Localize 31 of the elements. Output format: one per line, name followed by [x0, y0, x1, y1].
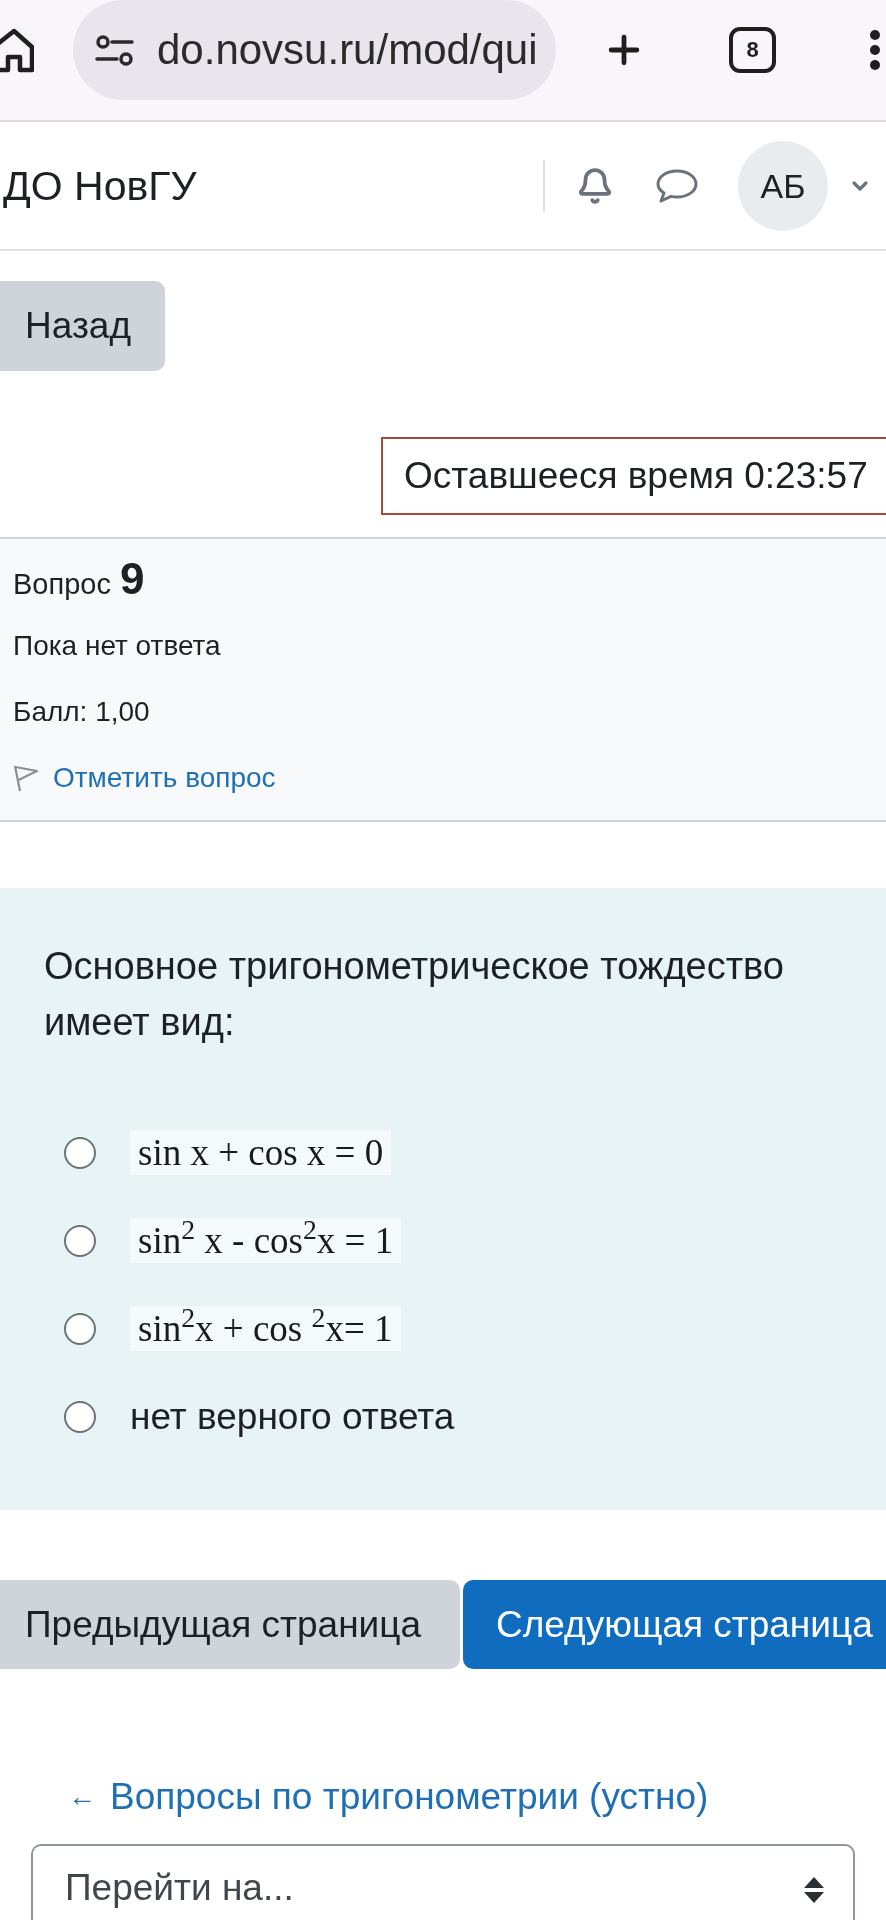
back-button[interactable]: Назад — [0, 281, 165, 371]
sort-caret-icon — [804, 1877, 824, 1903]
answer-formula: sin$^{2}$x + cos $^{2}$x= 1 — [130, 1306, 401, 1351]
chat-bubble-icon[interactable] — [656, 167, 698, 204]
radio-button[interactable] — [64, 1401, 96, 1433]
time-remaining-display: Оставшееся время 0:23:57 — [381, 437, 886, 515]
home-icon[interactable] — [0, 27, 34, 73]
site-name-link[interactable]: ДО НовГУ — [3, 160, 197, 211]
answer-label: нет верного ответа — [130, 1396, 455, 1437]
address-bar[interactable]: do.novsu.ru/mod/qui — [73, 0, 556, 100]
radio-button[interactable] — [64, 1313, 96, 1345]
user-avatar[interactable]: АБ — [738, 140, 828, 231]
next-page-button[interactable]: Следующая страница — [463, 1580, 886, 1669]
tab-switcher-button[interactable]: 8 — [729, 27, 776, 73]
score-text: Балл: 1,00 — [13, 695, 150, 729]
previous-page-button[interactable]: Предыдущая страница — [0, 1580, 460, 1669]
site-settings-icon[interactable] — [95, 34, 134, 66]
more-menu-icon[interactable] — [870, 30, 880, 70]
radio-button[interactable] — [64, 1137, 96, 1169]
question-text: Основное тригонометрическое тождество имеет вид: — [44, 944, 785, 1045]
flag-icon[interactable] — [13, 764, 39, 792]
jump-to-select[interactable]: Перейти на... — [31, 1844, 855, 1920]
answer-formula: sin x + cos x = 0 — [130, 1130, 392, 1175]
answer-status: Пока нет ответа — [13, 629, 221, 663]
answer-formula: sin$^{2}$ x - cos$^{2}$x = 1 — [130, 1218, 402, 1263]
radio-button[interactable] — [64, 1225, 96, 1257]
url-text: do.novsu.ru/mod/qui — [157, 25, 538, 75]
flag-question-link[interactable]: Отметить вопрос — [53, 760, 276, 796]
quiz-back-link[interactable]: ← Вопросы по тригонометрии (устно) — [68, 1775, 709, 1819]
question-number: 9 — [119, 553, 145, 605]
question-label: Вопрос — [13, 567, 111, 602]
